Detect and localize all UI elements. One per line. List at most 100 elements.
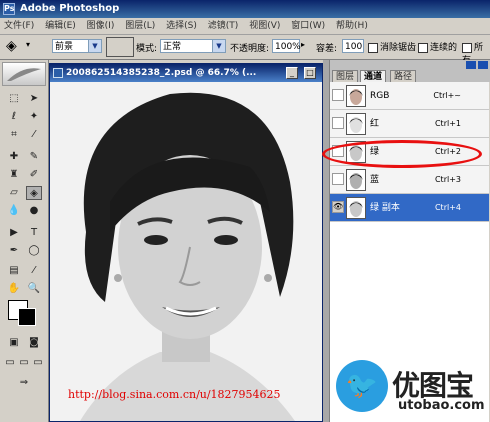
- channel-shortcut: Ctrl+1: [434, 119, 461, 128]
- channel-thumbnail: [346, 85, 366, 107]
- maximize-button[interactable]: □: [304, 67, 316, 79]
- fill-source-value: 前景: [55, 42, 74, 52]
- paint-bucket-icon[interactable]: ◈: [6, 38, 17, 54]
- tab-channels[interactable]: 通道: [360, 70, 387, 82]
- zoom-tool-icon[interactable]: 🔍: [26, 282, 42, 296]
- clone-stamp-tool-icon[interactable]: ♜: [6, 168, 22, 182]
- move-tool-icon[interactable]: ➤: [26, 92, 42, 106]
- channel-name: 绿: [370, 147, 380, 157]
- toolbox-header: [2, 62, 46, 86]
- tab-paths[interactable]: 路径: [390, 70, 417, 82]
- magic-wand-tool-icon[interactable]: ✦: [26, 110, 42, 124]
- channel-name: 红: [370, 119, 380, 129]
- toolbox: ⬚ ➤ ℓ ✦ ⌗ ⁄ ✚ ✎ ♜ ✐ ▱ ◈ 💧 ● ▶ T ✒ ◯ ▤ ⁄ …: [0, 60, 49, 422]
- standard-mode-icon[interactable]: ▣: [6, 336, 22, 350]
- minimize-button[interactable]: _: [286, 67, 298, 79]
- shape-tool-icon[interactable]: ◯: [26, 244, 42, 258]
- paint-bucket-tool-icon[interactable]: ◈: [26, 186, 42, 200]
- menu-window[interactable]: 窗口(W): [287, 18, 329, 34]
- path-select-tool-icon[interactable]: ▶: [6, 226, 22, 240]
- contiguous-option[interactable]: 连续的: [418, 40, 457, 53]
- tolerance-input[interactable]: 100: [342, 39, 364, 53]
- antialias-option[interactable]: 消除锯齿: [368, 40, 416, 53]
- type-tool-icon[interactable]: T: [26, 226, 42, 240]
- channel-row-green-copy[interactable]: 👁 绿 副本 Ctrl+4: [330, 194, 489, 222]
- hand-tool-icon[interactable]: ✋: [6, 282, 22, 296]
- channel-name: 蓝: [370, 175, 380, 185]
- document-title: 200862514385238_2.psd @ 66.7% (...: [66, 68, 257, 78]
- menu-view[interactable]: 视图(V): [245, 18, 284, 34]
- history-brush-tool-icon[interactable]: ✐: [26, 168, 42, 182]
- blur-tool-icon[interactable]: 💧: [6, 204, 22, 218]
- watermark-url: http://blog.sina.com.cn/u/1827954625: [68, 388, 281, 401]
- brush-tool-icon[interactable]: ✎: [26, 150, 42, 164]
- portrait-image: [50, 82, 322, 421]
- panel-close-icon[interactable]: [478, 61, 488, 69]
- visibility-toggle[interactable]: [332, 173, 344, 185]
- document-title-bar[interactable]: 200862514385238_2.psd @ 66.7% (... _ □: [50, 64, 322, 82]
- foreground-color-swatch[interactable]: [18, 308, 36, 326]
- visibility-toggle[interactable]: [332, 145, 344, 157]
- all-layers-checkbox[interactable]: [462, 42, 472, 53]
- contiguous-checkbox[interactable]: [418, 42, 428, 53]
- screen-mode-3-icon[interactable]: ▭: [30, 356, 46, 370]
- watermark-logo-en: utobao.com: [398, 398, 485, 413]
- mode-select[interactable]: 正常 ▼: [160, 39, 226, 53]
- dodge-tool-icon[interactable]: ●: [26, 204, 42, 218]
- menu-help[interactable]: 帮助(H): [332, 18, 372, 34]
- notes-tool-icon[interactable]: ▤: [6, 264, 22, 278]
- channel-thumbnail: [346, 141, 366, 163]
- menu-edit[interactable]: 编辑(E): [41, 18, 80, 34]
- menu-image[interactable]: 图像(I): [83, 18, 119, 34]
- opacity-label: 不透明度:: [230, 44, 270, 54]
- lasso-tool-icon[interactable]: ℓ: [6, 110, 22, 124]
- opacity-arrow-icon[interactable]: ▸: [301, 40, 305, 49]
- channel-shortcut: Ctrl+~: [433, 91, 461, 100]
- channel-thumbnail: [346, 113, 366, 135]
- document-window: 200862514385238_2.psd @ 66.7% (... _ □: [49, 63, 323, 422]
- opacity-input[interactable]: 100%: [272, 39, 301, 53]
- opacity-value: 100%: [275, 42, 301, 52]
- eyedropper-tool-icon[interactable]: ⁄: [26, 264, 42, 278]
- panel-tab-bar: 图层 通道 路径: [330, 60, 490, 82]
- fill-source-select[interactable]: 前景 ▼: [52, 39, 102, 53]
- document-icon: [53, 68, 63, 78]
- healing-brush-tool-icon[interactable]: ✚: [6, 150, 22, 164]
- channel-shortcut: Ctrl+3: [434, 175, 461, 184]
- marquee-tool-icon[interactable]: ⬚: [6, 92, 22, 106]
- channel-row-red[interactable]: 红 Ctrl+1: [330, 110, 489, 138]
- quick-mask-icon[interactable]: ◙: [26, 336, 42, 350]
- channel-thumbnail: [346, 197, 366, 219]
- grayscale-portrait-photo: [50, 82, 322, 421]
- antialias-label: 消除锯齿: [380, 43, 417, 53]
- contiguous-label: 连续的: [430, 43, 458, 53]
- visibility-toggle[interactable]: [332, 117, 344, 129]
- antialias-checkbox[interactable]: [368, 42, 378, 53]
- channel-shortcut: Ctrl+4: [434, 203, 461, 212]
- tolerance-value: 100: [345, 42, 363, 52]
- channel-row-blue[interactable]: 蓝 Ctrl+3: [330, 166, 489, 194]
- panel-minimize-icon[interactable]: [466, 61, 476, 69]
- tab-layers[interactable]: 图层: [332, 70, 359, 82]
- options-bar: ◈ ▾ 前景 ▼ 模式: 正常 ▼ 不透明度: 100% ▸ 容差: 100 消…: [0, 35, 490, 66]
- dropdown-arrow-icon: ▼: [212, 40, 225, 52]
- menu-select[interactable]: 选择(S): [162, 18, 201, 34]
- app-title: Adobe Photoshop: [20, 3, 120, 14]
- pattern-swatch[interactable]: [106, 37, 134, 57]
- eye-icon[interactable]: 👁: [332, 201, 344, 213]
- channel-row-green[interactable]: 绿 Ctrl+2: [330, 138, 489, 166]
- visibility-toggle[interactable]: [332, 89, 344, 101]
- channel-thumbnail: [346, 169, 366, 191]
- menu-filter[interactable]: 滤镜(T): [204, 18, 243, 34]
- channel-row-rgb[interactable]: RGB Ctrl+~: [330, 82, 489, 110]
- slice-tool-icon[interactable]: ⁄: [26, 128, 42, 142]
- menu-layer[interactable]: 图层(L): [121, 18, 159, 34]
- chevron-down-icon[interactable]: ▾: [26, 40, 30, 49]
- menu-file[interactable]: 文件(F): [0, 18, 38, 34]
- pen-tool-icon[interactable]: ✒: [6, 244, 22, 258]
- channel-name: RGB: [370, 91, 390, 101]
- eraser-tool-icon[interactable]: ▱: [6, 186, 22, 200]
- imageready-jump-icon[interactable]: ⇒: [16, 376, 32, 390]
- tolerance-label: 容差:: [316, 44, 338, 54]
- crop-tool-icon[interactable]: ⌗: [6, 128, 22, 142]
